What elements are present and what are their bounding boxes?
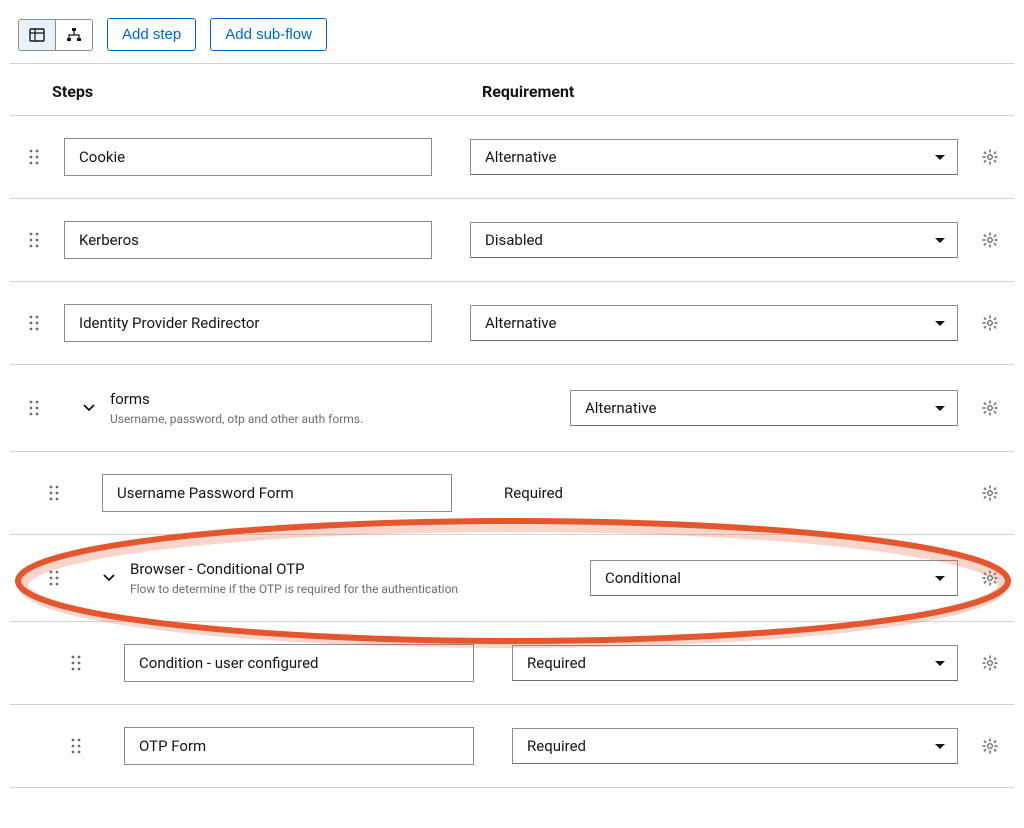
flow-row-forms: forms Username, password, otp and other a… — [10, 365, 1014, 452]
requirement-select[interactable]: Disabled — [470, 222, 958, 258]
row-settings-button[interactable] — [958, 400, 998, 416]
requirement-select[interactable]: Alternative — [470, 139, 958, 175]
flow-row-upf: Username Password Form Required — [10, 452, 1014, 535]
flow-title: Browser - Conditional OTP — [130, 560, 552, 578]
step-cell: Condition - user configured — [94, 644, 474, 682]
flow-row-cond-user: Condition - user configured Required — [10, 622, 1014, 705]
step-cell: Kerberos — [52, 221, 432, 259]
drag-handle[interactable] — [10, 148, 52, 166]
add-step-button[interactable]: Add step — [107, 18, 196, 51]
requirement-text: Required — [490, 476, 958, 510]
row-settings-button[interactable] — [958, 232, 998, 248]
gear-icon — [982, 400, 998, 416]
step-box[interactable]: Kerberos — [64, 221, 432, 259]
flow-row-idp: Identity Provider Redirector Alternative — [10, 282, 1014, 365]
requirement-select[interactable]: Conditional — [590, 560, 958, 596]
gear-icon — [982, 655, 998, 671]
column-header-steps: Steps — [52, 82, 482, 101]
requirement-select[interactable]: Required — [512, 645, 958, 681]
gear-icon — [982, 232, 998, 248]
grip-icon — [28, 314, 40, 332]
drag-handle[interactable] — [10, 314, 52, 332]
grip-icon — [28, 231, 40, 249]
flow-label: forms Username, password, otp and other a… — [104, 387, 532, 429]
flow-row-kerberos: Kerberos Disabled — [10, 199, 1014, 282]
step-cell: Identity Provider Redirector — [52, 304, 432, 342]
gear-icon — [982, 149, 998, 165]
step-box[interactable]: Cookie — [64, 138, 432, 176]
requirement-cell: Alternative — [470, 139, 958, 175]
column-headers: Steps Requirement — [10, 64, 1014, 116]
gear-icon — [982, 315, 998, 331]
expand-toggle[interactable] — [74, 402, 104, 414]
view-diagram-button[interactable] — [55, 20, 92, 50]
flow-row-cond-otp: Browser - Conditional OTP Flow to determi… — [10, 535, 1014, 622]
drag-handle[interactable] — [30, 569, 72, 587]
requirement-cell: Disabled — [470, 222, 958, 258]
step-cell: forms Username, password, otp and other a… — [52, 387, 532, 429]
drag-handle[interactable] — [10, 231, 52, 249]
requirement-select[interactable]: Alternative — [470, 305, 958, 341]
step-box[interactable]: Username Password Form — [102, 474, 452, 512]
flow-label: Browser - Conditional OTP Flow to determi… — [124, 557, 552, 599]
authentication-flow-editor: Add step Add sub-flow Steps Requirement … — [0, 0, 1024, 828]
requirement-cell: Required — [512, 645, 958, 681]
grip-icon — [70, 737, 82, 755]
column-header-requirement: Requirement — [482, 82, 1014, 101]
flow-row-cookie: Cookie Alternative — [10, 116, 1014, 199]
gear-icon — [982, 570, 998, 586]
drag-handle[interactable] — [52, 654, 94, 672]
requirement-cell: Required — [512, 728, 958, 764]
drag-handle[interactable] — [52, 737, 94, 755]
row-settings-button[interactable] — [958, 655, 998, 671]
row-settings-button[interactable] — [958, 149, 998, 165]
flow-description: Username, password, otp and other auth f… — [110, 412, 532, 426]
step-box[interactable]: Identity Provider Redirector — [64, 304, 432, 342]
gear-icon — [982, 485, 998, 501]
step-cell: Cookie — [52, 138, 432, 176]
requirement-cell: Alternative — [470, 305, 958, 341]
requirement-cell: Alternative — [570, 390, 958, 426]
flow-row-otp-form: OTP Form Required — [10, 705, 1014, 788]
step-cell: Browser - Conditional OTP Flow to determi… — [72, 557, 552, 599]
drag-handle[interactable] — [10, 399, 52, 417]
step-cell: Username Password Form — [72, 474, 452, 512]
requirement-select[interactable]: Required — [512, 728, 958, 764]
diagram-icon — [66, 27, 82, 43]
drag-handle[interactable] — [30, 484, 72, 502]
table-icon — [29, 27, 45, 43]
row-settings-button[interactable] — [958, 738, 998, 754]
view-table-button[interactable] — [19, 20, 55, 50]
grip-icon — [48, 569, 60, 587]
step-box[interactable]: OTP Form — [124, 727, 474, 765]
toolbar: Add step Add sub-flow — [10, 18, 1014, 64]
row-settings-button[interactable] — [958, 315, 998, 331]
requirement-cell: Conditional — [590, 560, 958, 596]
chevron-down-icon — [103, 572, 115, 584]
add-subflow-button[interactable]: Add sub-flow — [210, 18, 327, 51]
row-settings-button[interactable] — [958, 485, 998, 501]
rows-container: Cookie Alternative Kerberos Disabled Identit… — [10, 116, 1014, 788]
grip-icon — [28, 399, 40, 417]
step-cell: OTP Form — [94, 727, 474, 765]
grip-icon — [70, 654, 82, 672]
requirement-select[interactable]: Alternative — [570, 390, 958, 426]
flow-title: forms — [110, 390, 532, 408]
row-settings-button[interactable] — [958, 570, 998, 586]
step-box[interactable]: Condition - user configured — [124, 644, 474, 682]
requirement-cell: Required — [490, 476, 958, 510]
grip-icon — [28, 148, 40, 166]
expand-toggle[interactable] — [94, 572, 124, 584]
grip-icon — [48, 484, 60, 502]
view-toggle-group — [18, 19, 93, 51]
chevron-down-icon — [83, 402, 95, 414]
gear-icon — [982, 738, 998, 754]
flow-description: Flow to determine if the OTP is required… — [130, 582, 552, 596]
